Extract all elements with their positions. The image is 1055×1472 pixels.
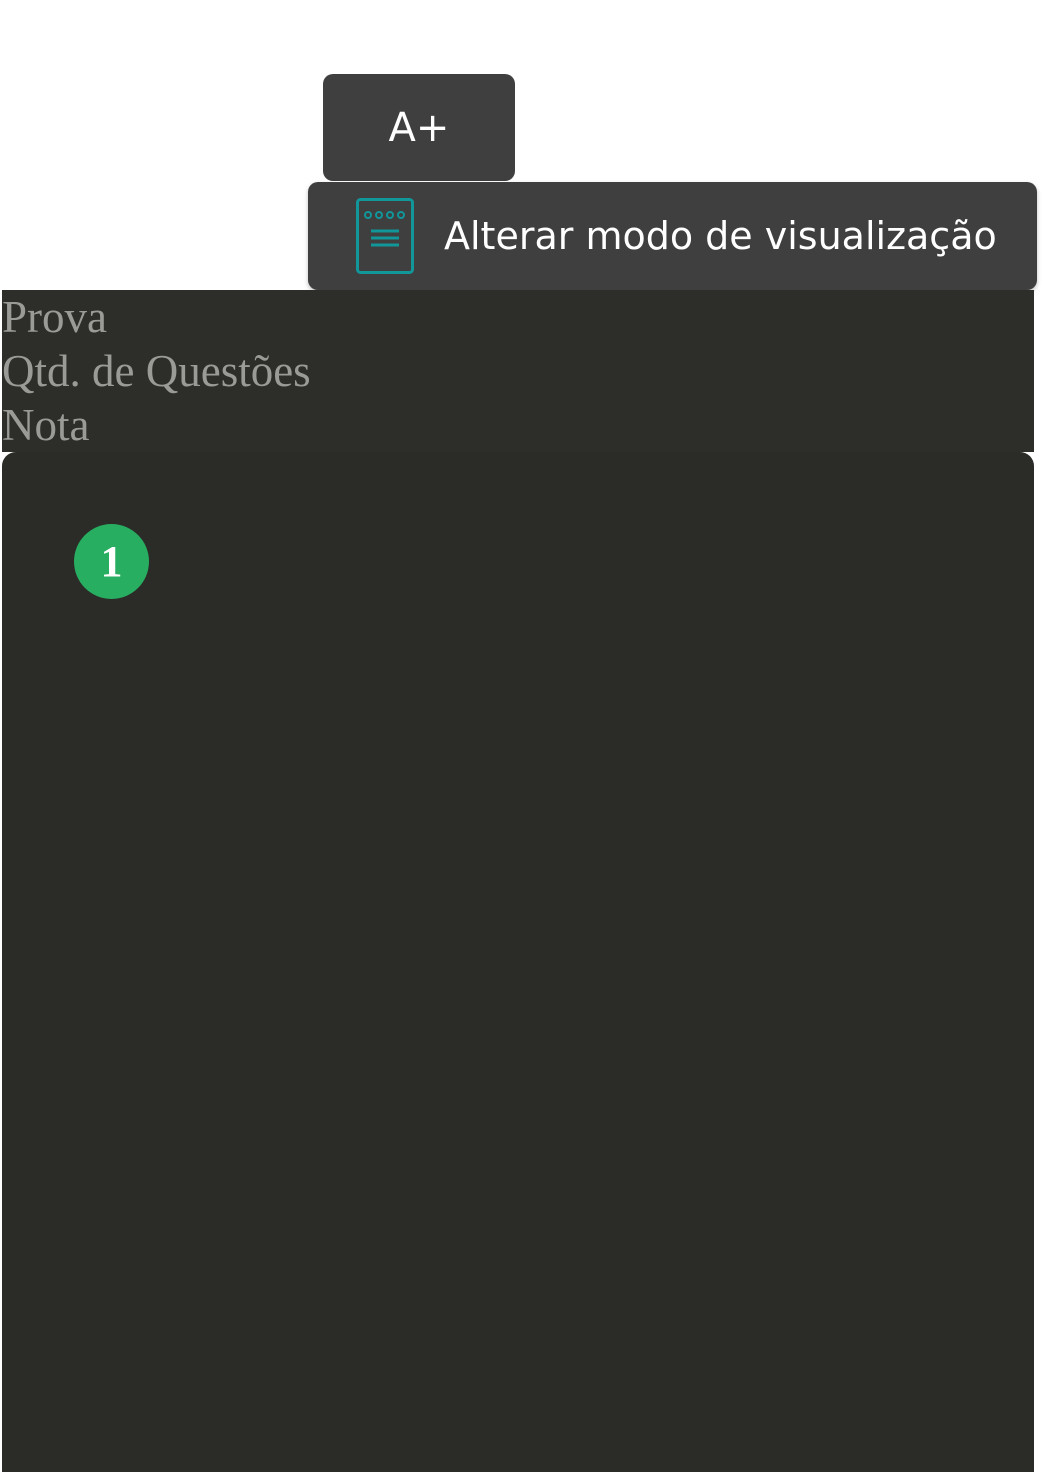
question-panel: 1 [2, 452, 1034, 1472]
grade-label: Nota [2, 400, 90, 450]
change-view-mode-button[interactable]: Alterar modo de visualização [308, 182, 1037, 290]
question-number-badge[interactable]: 1 [74, 524, 149, 599]
increase-font-button[interactable]: A+ [323, 74, 515, 181]
exam-label: Prova [2, 292, 107, 342]
question-count-label: Qtd. de Questões [2, 346, 311, 396]
increase-font-label: A+ [388, 104, 450, 151]
exam-header: Prova Qtd. de Questões Nota [2, 290, 1034, 452]
document-list-icon [356, 198, 414, 274]
change-view-mode-label: Alterar modo de visualização [444, 214, 997, 258]
